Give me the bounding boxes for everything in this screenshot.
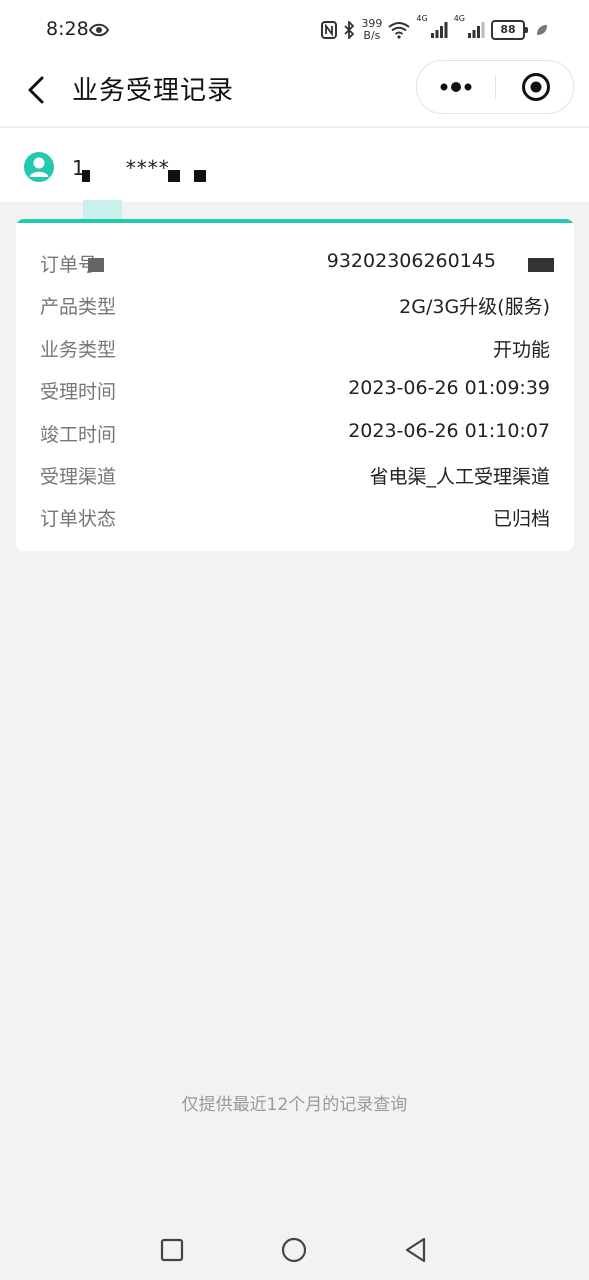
card-accent-bar [16,219,574,223]
net-speed: 399 B/s [361,18,382,42]
footer-note: 仅提供最近12个月的记录查询 [181,1095,408,1115]
business-type-value: 开功能 [492,339,550,361]
order-row-business-type: 业务类型 开功能 [40,335,550,365]
redaction-block [528,258,554,272]
mini-program-capsule [416,60,574,114]
order-row-order-number: 订单号 93202306260145 [40,250,554,280]
channel-label: 受理渠道 [40,466,117,488]
order-row-complete-time: 竣工时间 2023-06-26 01:10:07 [40,420,550,450]
bluetooth-icon [344,21,355,39]
signal-label-2: 4G [453,14,465,23]
signal-icon [468,22,485,38]
signal-label-1: 4G [416,14,428,23]
back-button[interactable] [22,72,52,108]
target-close-icon [522,73,550,101]
order-number-value: 93202306260145 [326,250,496,272]
order-row-channel: 受理渠道 省电渠_人工受理渠道 [40,462,550,492]
nfc-icon [321,21,338,39]
phone-masked: **** [125,156,170,180]
complete-time-label: 竣工时间 [40,424,117,446]
chevron-left-icon [28,76,44,104]
home-icon[interactable] [280,1236,308,1264]
battery-indicator: 88 [491,20,528,40]
recent-apps-icon[interactable] [158,1236,186,1264]
status-value: 已归档 [492,508,550,530]
complete-time-value: 2023-06-26 01:10:07 [348,420,550,442]
channel-value: 省电渠_人工受理渠道 [369,466,550,488]
system-nav-bar [0,1220,589,1280]
accept-time-value: 2023-06-26 01:09:39 [348,377,550,399]
eye-icon [89,23,109,37]
back-triangle-icon[interactable] [402,1236,430,1264]
redaction-block [82,170,90,182]
order-row-status: 订单状态 已归档 [40,504,550,534]
accept-time-label: 受理时间 [40,381,117,403]
more-dots-icon [440,82,472,92]
order-row-product-type: 产品类型 2G/3G升级(服务) [40,292,550,322]
user-bar: 1 **** [0,127,589,202]
status-icons: 399 B/s 4G 4G 88 [321,14,549,46]
status-bar: 8:28 399 B/s 4G 4G 88 [0,0,589,60]
business-type-label: 业务类型 [40,339,117,361]
redaction-block [194,170,206,182]
page-title: 业务受理记录 [72,76,235,106]
leaf-icon [537,25,547,35]
redaction-block [88,258,104,272]
product-type-value: 2G/3G升级(服务) [399,296,550,318]
wifi-icon [388,22,411,39]
status-time: 8:28 [46,18,89,40]
more-button[interactable] [417,61,495,113]
order-row-accept-time: 受理时间 2023-06-26 01:09:39 [40,377,550,407]
product-type-label: 产品类型 [40,296,117,318]
avatar-icon [24,152,54,182]
redaction-block [168,170,180,182]
close-button[interactable] [496,61,573,113]
order-card: 订单号 93202306260145 产品类型 2G/3G升级(服务) 业务类型… [16,219,574,551]
status-label: 订单状态 [40,508,117,530]
signal-icon [430,22,448,38]
net-speed-unit: B/s [363,29,381,42]
nav-bar: 业务受理记录 [0,60,589,126]
